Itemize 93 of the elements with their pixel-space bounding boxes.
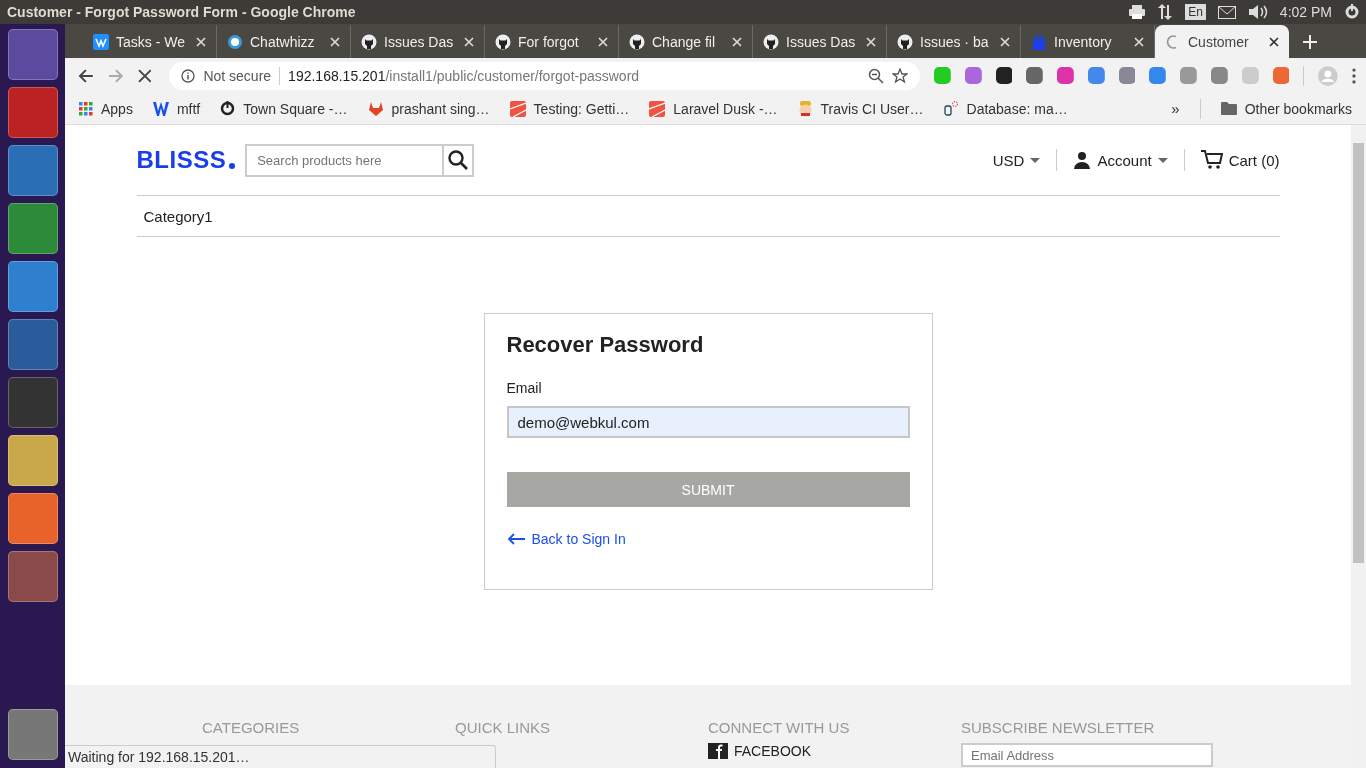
star-icon[interactable] — [891, 67, 908, 84]
tab-title: Tasks - We — [116, 33, 186, 50]
cat-logo-icon — [495, 33, 511, 50]
search-icon[interactable] — [448, 150, 469, 170]
ring-icon — [220, 101, 236, 116]
browser-tab[interactable]: Customer — [1155, 25, 1289, 58]
bookmark[interactable]: mftf — [152, 100, 201, 117]
caret-icon — [1030, 157, 1041, 163]
extension-icon[interactable] — [995, 67, 1013, 84]
mascot-icon — [797, 100, 813, 117]
app-launcher-icon[interactable] — [7, 145, 58, 196]
power-icon[interactable] — [1344, 4, 1360, 20]
form-title: Recover Password — [506, 332, 704, 358]
stop-icon[interactable] — [137, 68, 152, 83]
tab-title: Inventory — [1054, 33, 1113, 50]
app-launcher-icon[interactable] — [7, 319, 58, 370]
footer-heading: CATEGORIES — [202, 719, 300, 736]
bookmark[interactable]: Travis CI User… — [797, 100, 924, 117]
tab-title: Issues Das — [384, 33, 455, 50]
volume-icon[interactable] — [1247, 4, 1268, 20]
other-bookmarks-folder[interactable]: Other bookmarks — [1220, 100, 1352, 117]
app-launcher-icon[interactable] — [7, 87, 58, 138]
tab-title: Issues Das — [786, 33, 857, 50]
fox-logo-icon — [367, 101, 384, 116]
f-logo-icon — [708, 743, 728, 759]
printer-icon[interactable] — [1129, 5, 1146, 19]
app-launcher-icon[interactable] — [7, 261, 58, 312]
info-icon — [181, 68, 196, 83]
app-launcher-icon[interactable] — [7, 29, 58, 80]
newsletter-email-field[interactable]: Email Address — [961, 743, 1213, 767]
category-link[interactable]: Category1 — [143, 207, 213, 225]
network-icon[interactable] — [1157, 4, 1174, 20]
bookmark[interactable]: Apps — [79, 100, 133, 117]
cat-logo-icon — [361, 33, 377, 50]
shopping-bag-icon — [1031, 33, 1047, 50]
zoom-out-icon[interactable] — [867, 67, 884, 84]
bookmark[interactable]: prashant sing… — [367, 100, 490, 117]
account-dropdown[interactable]: Account — [1073, 151, 1168, 169]
more-bookmarks-button[interactable]: » — [1171, 100, 1180, 117]
app-launcher-icon[interactable] — [7, 435, 58, 486]
person-icon — [1073, 151, 1092, 169]
menu-icon[interactable] — [1352, 67, 1356, 84]
footer-heading: SUBSCRIBE NEWSLETTER — [961, 719, 1155, 736]
close-icon[interactable] — [1269, 36, 1279, 47]
back-arrow-icon[interactable] — [78, 67, 94, 84]
security-label: Not secure — [203, 67, 272, 84]
bookmark[interactable]: Database: ma… — [943, 100, 1068, 117]
tab-title: Customer — [1188, 33, 1250, 50]
cat-logo-icon — [763, 33, 779, 50]
app-launcher-icon[interactable] — [7, 709, 58, 760]
address-bar[interactable]: Not secure 192.168.15.201/install1/public/customer/forgot-password — [169, 61, 920, 90]
keyboard-layout-indicator[interactable]: En — [1185, 4, 1206, 20]
tab-favicon-icon — [93, 33, 109, 50]
app-launcher-icon[interactable] — [7, 551, 58, 602]
back-link[interactable]: Back to Sign In — [506, 531, 626, 547]
app-launcher-icon[interactable] — [7, 493, 58, 544]
folder-icon — [1220, 102, 1237, 115]
database-icon — [943, 101, 959, 116]
scrollbar-thumb[interactable] — [1353, 143, 1364, 563]
tab-title: Change fil — [652, 33, 717, 50]
footer-heading: QUICK LINKS — [455, 719, 551, 736]
bookmark[interactable]: Town Square -… — [220, 100, 348, 117]
striped-square-icon — [649, 100, 666, 117]
field-label: Email — [506, 380, 542, 396]
mail-icon[interactable] — [1217, 5, 1236, 19]
chat-bubble-icon — [227, 33, 243, 50]
left-arrow-icon — [506, 533, 525, 545]
w-logo-icon — [152, 101, 169, 116]
shop-logo[interactable]: BLISSS — [136, 146, 236, 174]
window-title: Customer - Forgot Password Form - Google Chrome — [7, 4, 356, 20]
tab-title: Issues · ba — [920, 33, 990, 50]
bookmark[interactable]: Testing: Getti… — [509, 100, 630, 117]
search-button[interactable] — [442, 143, 475, 177]
tab-title: Chatwhizz — [250, 33, 316, 50]
tab-title: For forgot — [518, 33, 580, 50]
caret-icon — [1157, 157, 1168, 163]
url-text: 192.168.15.201/install1/public/customer/forgot-password — [288, 67, 640, 84]
cat-logo-icon — [897, 33, 913, 50]
footer-heading: CONNECT WITH US — [708, 719, 850, 736]
app-launcher-icon[interactable] — [7, 203, 58, 254]
status-bubble: Waiting for 192.168.15.201… — [65, 745, 496, 768]
cart-icon — [1200, 150, 1223, 170]
email-field[interactable]: demo@webkul.com — [506, 406, 910, 438]
social-link[interactable]: FACEBOOK — [708, 743, 812, 759]
search-field[interactable]: Search products here — [245, 143, 443, 177]
cat-logo-icon — [629, 33, 645, 50]
plus-icon[interactable] — [1303, 35, 1317, 49]
currency-dropdown[interactable]: USD — [992, 151, 1041, 169]
bookmark[interactable]: Laravel Dusk -… — [649, 100, 778, 117]
striped-square-icon — [509, 100, 526, 117]
clock[interactable]: 4:02 PM — [1279, 4, 1332, 20]
cart-link[interactable]: Cart (0) — [1200, 150, 1280, 170]
grid-icon — [79, 101, 93, 116]
